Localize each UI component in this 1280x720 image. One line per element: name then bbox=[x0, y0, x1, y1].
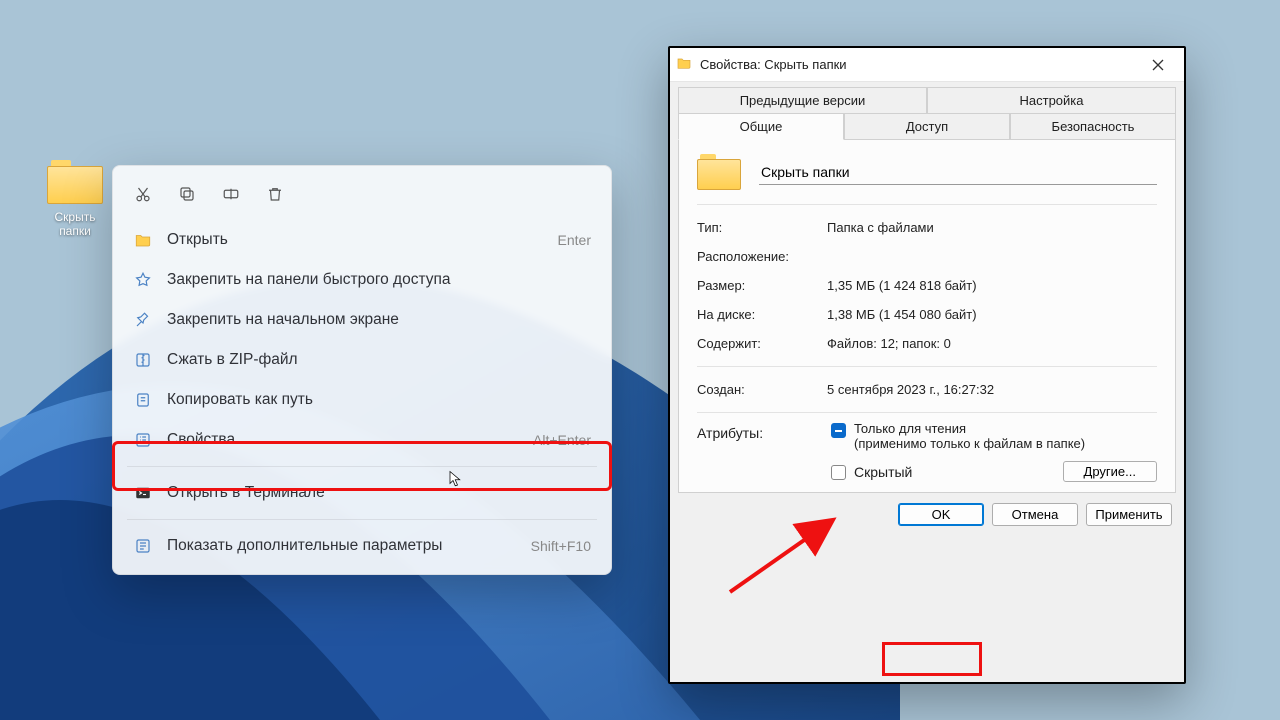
ctx-shortcut: Shift+F10 bbox=[531, 538, 591, 554]
label-size-on-disk: На диске: bbox=[697, 307, 827, 322]
properties-dialog: Свойства: Скрыть папки Предыдущие версии… bbox=[668, 46, 1186, 684]
folder-icon bbox=[676, 55, 692, 74]
zip-icon bbox=[133, 350, 153, 370]
dialog-footer: OK Отмена Применить bbox=[670, 493, 1184, 536]
pin-icon bbox=[133, 310, 153, 330]
ctx-label: Сжать в ZIP-файл bbox=[167, 351, 591, 369]
ctx-item-copy-path[interactable]: Копировать как путь bbox=[119, 380, 605, 420]
copy-path-icon bbox=[133, 390, 153, 410]
value-size-on-disk: 1,38 МБ (1 454 080 байт) bbox=[827, 307, 1157, 322]
ctx-item-pin-quick[interactable]: Закрепить на панели быстрого доступа bbox=[119, 260, 605, 300]
ctx-shortcut: Alt+Enter bbox=[533, 432, 591, 448]
rename-icon[interactable] bbox=[213, 178, 249, 210]
label-readonly-sub: (применимо только к файлам в папке) bbox=[854, 436, 1085, 451]
annotation-highlight bbox=[882, 642, 982, 676]
label-readonly: Только для чтения bbox=[854, 421, 1085, 436]
tab-customize[interactable]: Настройка bbox=[927, 87, 1176, 114]
ctx-label: Свойства bbox=[167, 431, 519, 449]
checkbox-hidden[interactable] bbox=[831, 465, 846, 480]
label-size: Размер: bbox=[697, 278, 827, 293]
separator bbox=[127, 466, 597, 467]
ctx-label: Закрепить на начальном экране bbox=[167, 311, 591, 329]
folder-name-input[interactable] bbox=[759, 160, 1157, 185]
ctx-label: Открыть в Терминале bbox=[167, 484, 591, 502]
ctx-item-terminal[interactable]: Открыть в Терминале bbox=[119, 473, 605, 513]
ctx-item-open[interactable]: Открыть Enter bbox=[119, 220, 605, 260]
value-type: Папка с файлами bbox=[827, 220, 1157, 235]
ctx-label: Закрепить на панели быстрого доступа bbox=[167, 271, 591, 289]
desktop-folder-label: Скрыть папки bbox=[35, 210, 115, 238]
separator bbox=[127, 519, 597, 520]
tab-general[interactable]: Общие bbox=[678, 113, 844, 140]
cancel-button[interactable]: Отмена bbox=[992, 503, 1078, 526]
ctx-item-zip[interactable]: Сжать в ZIP-файл bbox=[119, 340, 605, 380]
dialog-title: Свойства: Скрыть папки bbox=[700, 57, 1130, 72]
cursor-icon bbox=[447, 467, 465, 491]
tab-security[interactable]: Безопасность bbox=[1010, 113, 1176, 140]
label-type: Тип: bbox=[697, 220, 827, 235]
ctx-item-pin-start[interactable]: Закрепить на начальном экране bbox=[119, 300, 605, 340]
label-contains: Содержит: bbox=[697, 336, 827, 351]
cut-icon[interactable] bbox=[125, 178, 161, 210]
ok-button[interactable]: OK bbox=[898, 503, 984, 526]
ctx-item-more-options[interactable]: Показать дополнительные параметры Shift+… bbox=[119, 526, 605, 566]
apply-button[interactable]: Применить bbox=[1086, 503, 1172, 526]
value-size: 1,35 МБ (1 424 818 байт) bbox=[827, 278, 1157, 293]
ctx-shortcut: Enter bbox=[558, 232, 591, 248]
label-created: Создан: bbox=[697, 382, 827, 397]
close-button[interactable] bbox=[1138, 51, 1178, 79]
advanced-button[interactable]: Другие... bbox=[1063, 461, 1157, 482]
folder-icon bbox=[133, 230, 153, 250]
tab-previous-versions[interactable]: Предыдущие версии bbox=[678, 87, 927, 114]
properties-icon bbox=[133, 430, 153, 450]
terminal-icon bbox=[133, 483, 153, 503]
value-location bbox=[827, 249, 1157, 264]
value-created: 5 сентября 2023 г., 16:27:32 bbox=[827, 382, 1157, 397]
ctx-label: Копировать как путь bbox=[167, 391, 591, 409]
copy-icon[interactable] bbox=[169, 178, 205, 210]
delete-icon[interactable] bbox=[257, 178, 293, 210]
ctx-label: Открыть bbox=[167, 231, 544, 249]
dialog-titlebar[interactable]: Свойства: Скрыть папки bbox=[670, 48, 1184, 82]
more-icon bbox=[133, 536, 153, 556]
label-hidden: Скрытый bbox=[854, 464, 912, 480]
value-contains: Файлов: 12; папок: 0 bbox=[827, 336, 1157, 351]
dialog-body: Тип:Папка с файлами Расположение: Размер… bbox=[678, 140, 1176, 493]
star-icon bbox=[133, 270, 153, 290]
desktop-folder[interactable]: Скрыть папки bbox=[35, 160, 115, 238]
folder-icon bbox=[697, 154, 741, 190]
context-menu-toolbar bbox=[119, 174, 605, 220]
label-attributes: Атрибуты: bbox=[697, 421, 827, 482]
folder-icon bbox=[47, 160, 103, 204]
tab-sharing[interactable]: Доступ bbox=[844, 113, 1010, 140]
context-menu: Открыть Enter Закрепить на панели быстро… bbox=[112, 165, 612, 575]
ctx-label: Показать дополнительные параметры bbox=[167, 537, 517, 555]
ctx-item-properties[interactable]: Свойства Alt+Enter bbox=[119, 420, 605, 460]
checkbox-readonly[interactable] bbox=[831, 423, 846, 438]
label-location: Расположение: bbox=[697, 249, 827, 264]
